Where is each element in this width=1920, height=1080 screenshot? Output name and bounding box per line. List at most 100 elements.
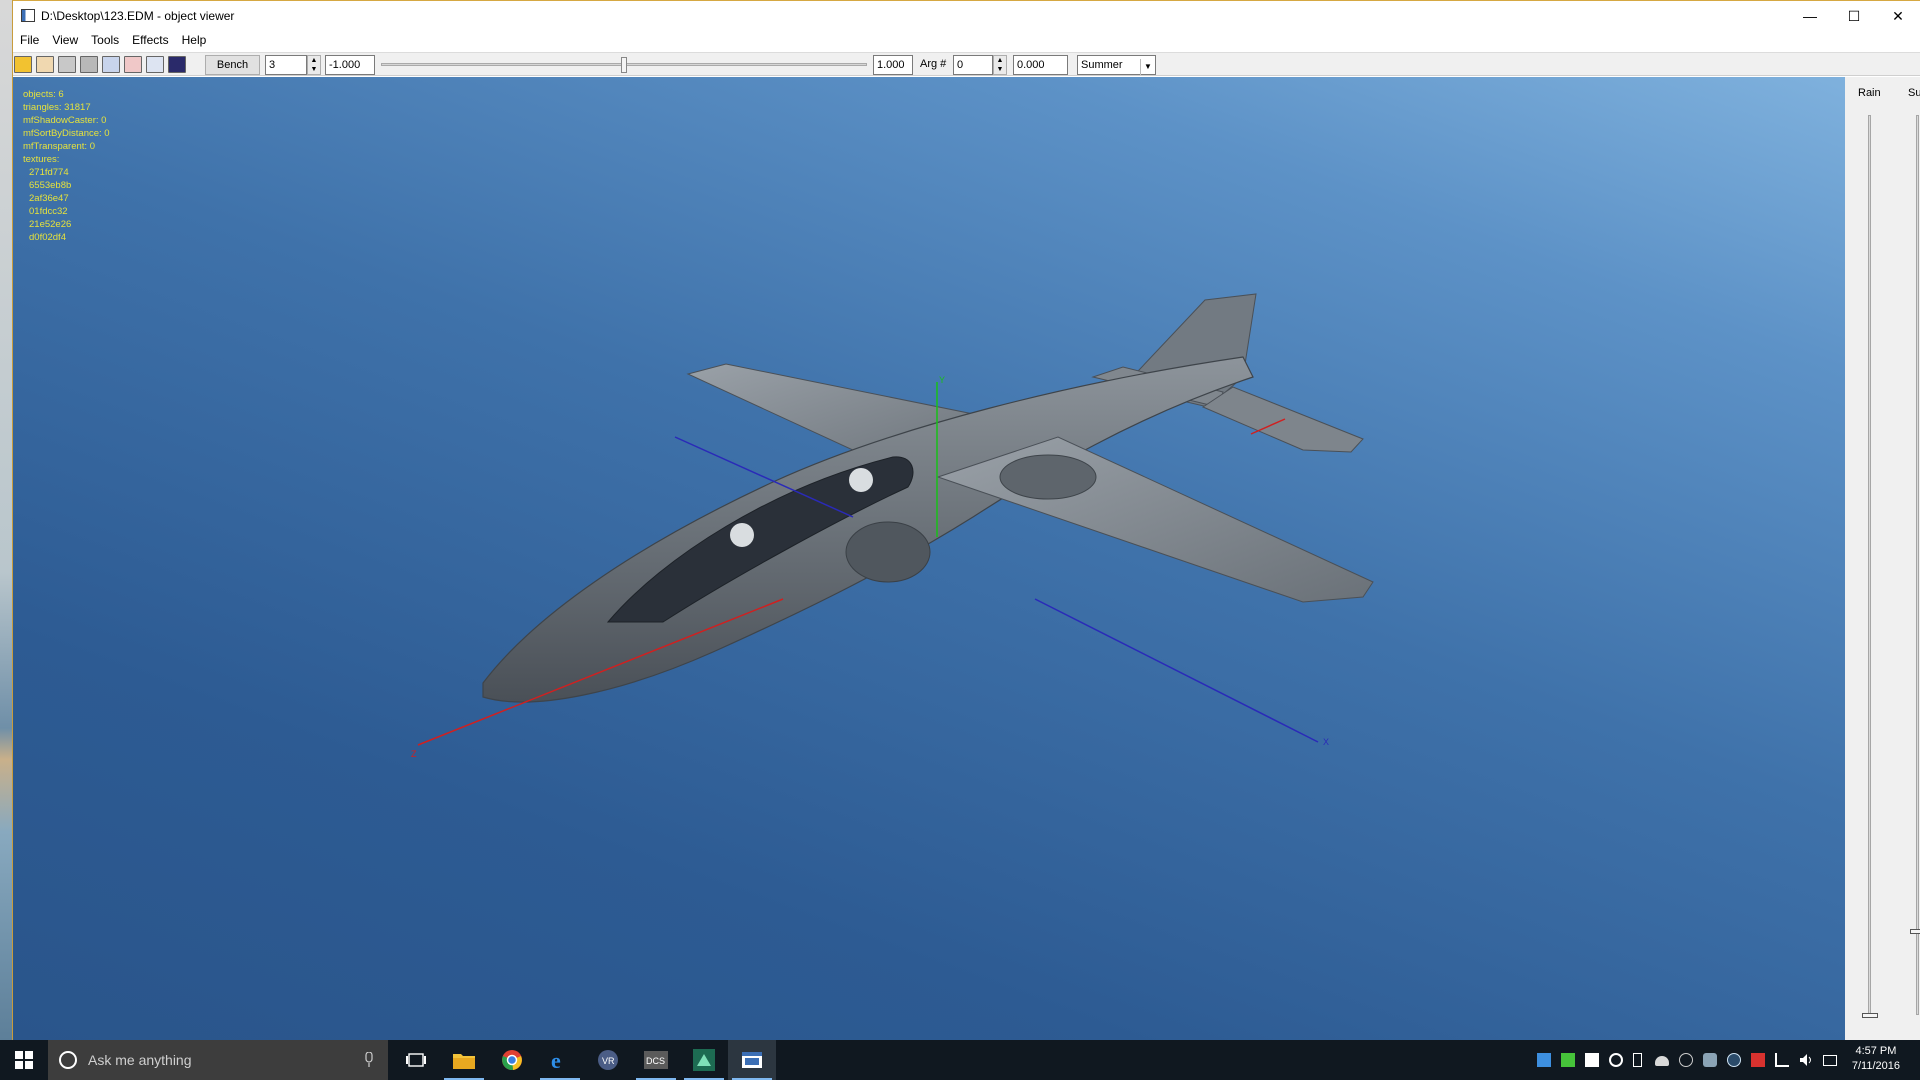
stat-sort-by-distance: mfSortByDistance: 0 (23, 128, 110, 139)
stat-shadow-caster: mfShadowCaster: 0 (23, 115, 107, 126)
weather-side-panel: Rain Sun (1845, 77, 1920, 1040)
arg-label: Arg # (920, 58, 947, 70)
close-button[interactable]: ✕ (1876, 1, 1920, 31)
menu-effects[interactable]: Effects (132, 33, 168, 47)
windows-logo-icon (15, 1051, 33, 1069)
x-axis-right-line (1034, 598, 1319, 743)
bench-spinner[interactable]: ▲ ▼ (307, 55, 321, 75)
object-viewer-window: D:\Desktop\123.EDM - object viewer — ☐ ✕… (12, 0, 1920, 1040)
usb-tray-icon[interactable] (1633, 1053, 1642, 1067)
z-axis-label: Z (411, 749, 417, 759)
menu-bar: File View Tools Effects Help (13, 30, 1920, 50)
svg-text:VR: VR (602, 1056, 615, 1066)
arg-max-field[interactable]: 1.000 (873, 55, 913, 75)
engine-intake (845, 521, 931, 583)
cortana-circle-icon (59, 1051, 77, 1069)
season-select-value: Summer (1081, 59, 1123, 71)
clock-date: 7/11/2016 (1851, 1060, 1900, 1072)
rain-label: Rain (1858, 87, 1881, 99)
app-tray-icon[interactable] (1585, 1053, 1599, 1067)
notification-tray-icon[interactable] (1823, 1055, 1837, 1066)
file-explorer-icon[interactable] (440, 1040, 488, 1080)
runner-icon[interactable] (36, 56, 54, 73)
render-stats-overlay: objects: 6 triangles: 31817 mfShadowCast… (23, 88, 110, 244)
pdf-tray-icon[interactable] (1751, 1053, 1765, 1067)
texture-item: 2af36e47 (29, 193, 69, 204)
engine-nacelle (999, 454, 1097, 500)
sun-slider-track[interactable] (1916, 115, 1919, 1015)
stat-triangles: triangles: 31817 (23, 102, 91, 113)
menu-tools[interactable]: Tools (91, 33, 119, 47)
properties-icon[interactable] (168, 56, 186, 73)
3d-viewport[interactable]: X Y Z objects: 6 triangles: 31817 mfShad… (13, 77, 1845, 1040)
rear-pilot-helmet (730, 523, 754, 547)
bench-count-field[interactable]: 3 (265, 55, 307, 75)
modelviewer-icon[interactable] (680, 1040, 728, 1080)
network-tray-icon[interactable] (1537, 1053, 1551, 1067)
texture-item: d0f02df4 (29, 232, 66, 243)
arg-number-field[interactable]: 0 (953, 55, 993, 75)
stat-objects: objects: 6 (23, 89, 64, 100)
texture-item: 271fd774 (29, 167, 69, 178)
paint-icon[interactable] (146, 56, 164, 73)
taskbar-clock[interactable]: 4:57 PM 7/11/2016 (1852, 1044, 1900, 1074)
minimize-button[interactable]: — (1788, 1, 1832, 31)
stat-transparent: mfTransparent: 0 (23, 141, 95, 152)
start-button[interactable] (0, 1040, 48, 1080)
texture-item: 21e52e26 (29, 219, 72, 230)
x-axis-label: X (1323, 737, 1329, 747)
bench-button[interactable]: Bench (205, 55, 260, 75)
front-pilot-helmet (849, 468, 873, 492)
stat-textures-header: textures: (23, 154, 60, 165)
texture-item: 01fdcc32 (29, 206, 68, 217)
svg-text:DCS: DCS (646, 1056, 665, 1066)
steam-tray-icon[interactable] (1727, 1053, 1741, 1067)
wireframe-icon[interactable] (102, 56, 120, 73)
arg-slider-thumb[interactable] (621, 57, 627, 73)
rain-slider-thumb[interactable] (1862, 1013, 1878, 1018)
menu-help[interactable]: Help (182, 33, 207, 47)
season-select[interactable]: Summer ▼ (1077, 55, 1156, 75)
texture-item: 6553eb8b (29, 180, 72, 191)
windows-taskbar: Ask me anything e VR DCS 4:57 PM 7/11/20… (0, 1040, 1920, 1080)
headset-tray-icon[interactable] (1679, 1053, 1693, 1067)
menu-view[interactable]: View (52, 33, 78, 47)
title-bar[interactable]: D:\Desktop\123.EDM - object viewer — ☐ ✕ (13, 0, 1920, 30)
record-tray-icon[interactable] (1609, 1053, 1623, 1067)
task-view-icon[interactable] (392, 1040, 440, 1080)
cortana-search-box[interactable]: Ask me anything (48, 1040, 388, 1080)
volume-tray-icon[interactable] (1799, 1053, 1813, 1067)
arg-value-field[interactable]: 0.000 (1013, 55, 1068, 75)
sun-label: Sun (1908, 87, 1920, 99)
onedrive-tray-icon[interactable] (1655, 1056, 1669, 1066)
menu-file[interactable]: File (20, 33, 39, 47)
microphone-icon[interactable] (364, 1052, 374, 1068)
arg-min-field[interactable]: -1.000 (325, 55, 375, 75)
chevron-down-icon[interactable]: ▼ (1140, 59, 1155, 75)
gamepad-tray-icon[interactable] (1703, 1053, 1717, 1067)
sun-slider-thumb[interactable] (1910, 929, 1920, 934)
chrome-icon[interactable] (488, 1040, 536, 1080)
y-axis-label: Y (939, 375, 945, 385)
aircraft-scene: X Y Z (411, 293, 1374, 759)
arg-number-spinner[interactable]: ▲ ▼ (993, 55, 1007, 75)
window-title: D:\Desktop\123.EDM - object viewer (41, 9, 235, 23)
person-icon[interactable] (124, 56, 142, 73)
object-viewer-icon[interactable] (728, 1040, 776, 1080)
dcs-icon[interactable]: DCS (632, 1040, 680, 1080)
redo-icon[interactable] (80, 56, 98, 73)
edge-icon[interactable]: e (536, 1040, 584, 1080)
search-placeholder: Ask me anything (88, 1052, 192, 1068)
rain-slider-track[interactable] (1868, 115, 1871, 1015)
undo-icon[interactable] (58, 56, 76, 73)
nvidia-tray-icon[interactable] (1561, 1053, 1575, 1067)
vr-app-icon[interactable]: VR (584, 1040, 632, 1080)
right-wing (936, 436, 1374, 603)
clock-time: 4:57 PM (1855, 1045, 1897, 1057)
open-folder-icon[interactable] (14, 56, 32, 73)
toolbar: Bench 3 ▲ ▼ -1.000 1.000 Arg # 0 ▲ ▼ 0.000… (13, 52, 1920, 76)
sync-tray-icon[interactable] (1775, 1053, 1789, 1067)
app-window-icon (21, 9, 35, 22)
maximize-button[interactable]: ☐ (1832, 1, 1876, 31)
svg-text:e: e (551, 1049, 561, 1071)
